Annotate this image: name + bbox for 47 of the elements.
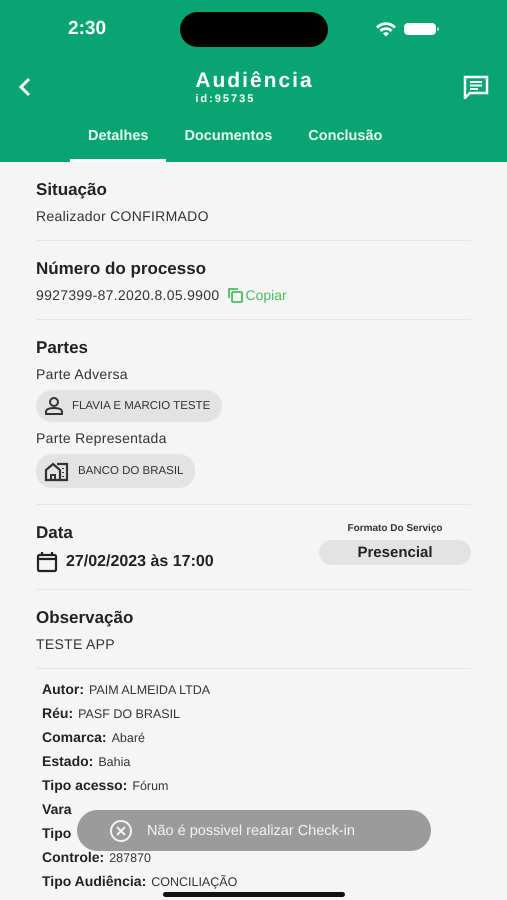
party-label: Parte Adversa [36, 366, 129, 382]
party-name: FLAVIA E MARCIO TESTE [72, 400, 210, 412]
status-value: Realizador CONFIRMADO [36, 208, 210, 224]
section-heading: Número do processo [36, 259, 208, 279]
detail-label: Vara [42, 801, 72, 817]
detail-label: Tipo Audiência: [42, 873, 146, 889]
detail-value: Abaré [112, 731, 145, 745]
detail-value: CONCILIAÇÃO [151, 875, 238, 889]
detail-label: Réu: [42, 705, 74, 721]
section-heading: Partes [36, 338, 89, 358]
status-time: 2:30 [68, 18, 106, 40]
detail-label: Comarca: [42, 729, 107, 745]
detail-label: Tipo acesso: [42, 777, 128, 793]
tab[interactable]: Documentos [166, 112, 290, 162]
copy-button[interactable]: Copiar [227, 287, 287, 303]
date-value: 27/02/2023 às 17:00 [66, 553, 214, 571]
copy-icon [227, 287, 244, 303]
detail-label: Controle: [42, 849, 104, 865]
toast-message: Não é possivel realizar Check-in [147, 822, 355, 838]
process-number: 9927399-87.2020.8.05.9900 [36, 287, 220, 303]
screen-title: Audiência [195, 69, 314, 93]
section-heading: Data [36, 523, 74, 543]
detail-value: PASF DO BRASIL [78, 707, 180, 721]
detail-value: 287870 [109, 851, 151, 865]
calendar-icon [36, 551, 58, 573]
detail-value: Fórum [132, 779, 168, 793]
tab[interactable]: Conclusão [290, 112, 400, 162]
battery-icon [403, 21, 441, 37]
detail-label: Tipo [42, 825, 72, 841]
tab[interactable]: Detalhes [70, 112, 166, 162]
person-icon [44, 396, 64, 416]
detail-label: Estado: [42, 753, 94, 769]
detail-value: PAIM ALMEIDA LTDA [89, 683, 210, 697]
party-name: BANCO DO BRASIL [78, 465, 184, 477]
format-pill: Presencial [319, 540, 471, 565]
party-label: Parte Representada [36, 430, 168, 446]
wifi-icon [375, 21, 397, 37]
close-circle-icon [109, 818, 133, 842]
section-heading: Situação [36, 180, 108, 200]
observation-text: TESTE APP [36, 636, 116, 652]
record-id: id:95735 [195, 93, 256, 105]
section-heading: Observação [36, 608, 134, 628]
building-icon [44, 460, 70, 482]
format-label: Formato Do Serviço [347, 523, 443, 534]
detail-label: Autor: [42, 681, 84, 697]
detail-value: Bahia [98, 755, 130, 769]
back-icon [18, 76, 32, 98]
